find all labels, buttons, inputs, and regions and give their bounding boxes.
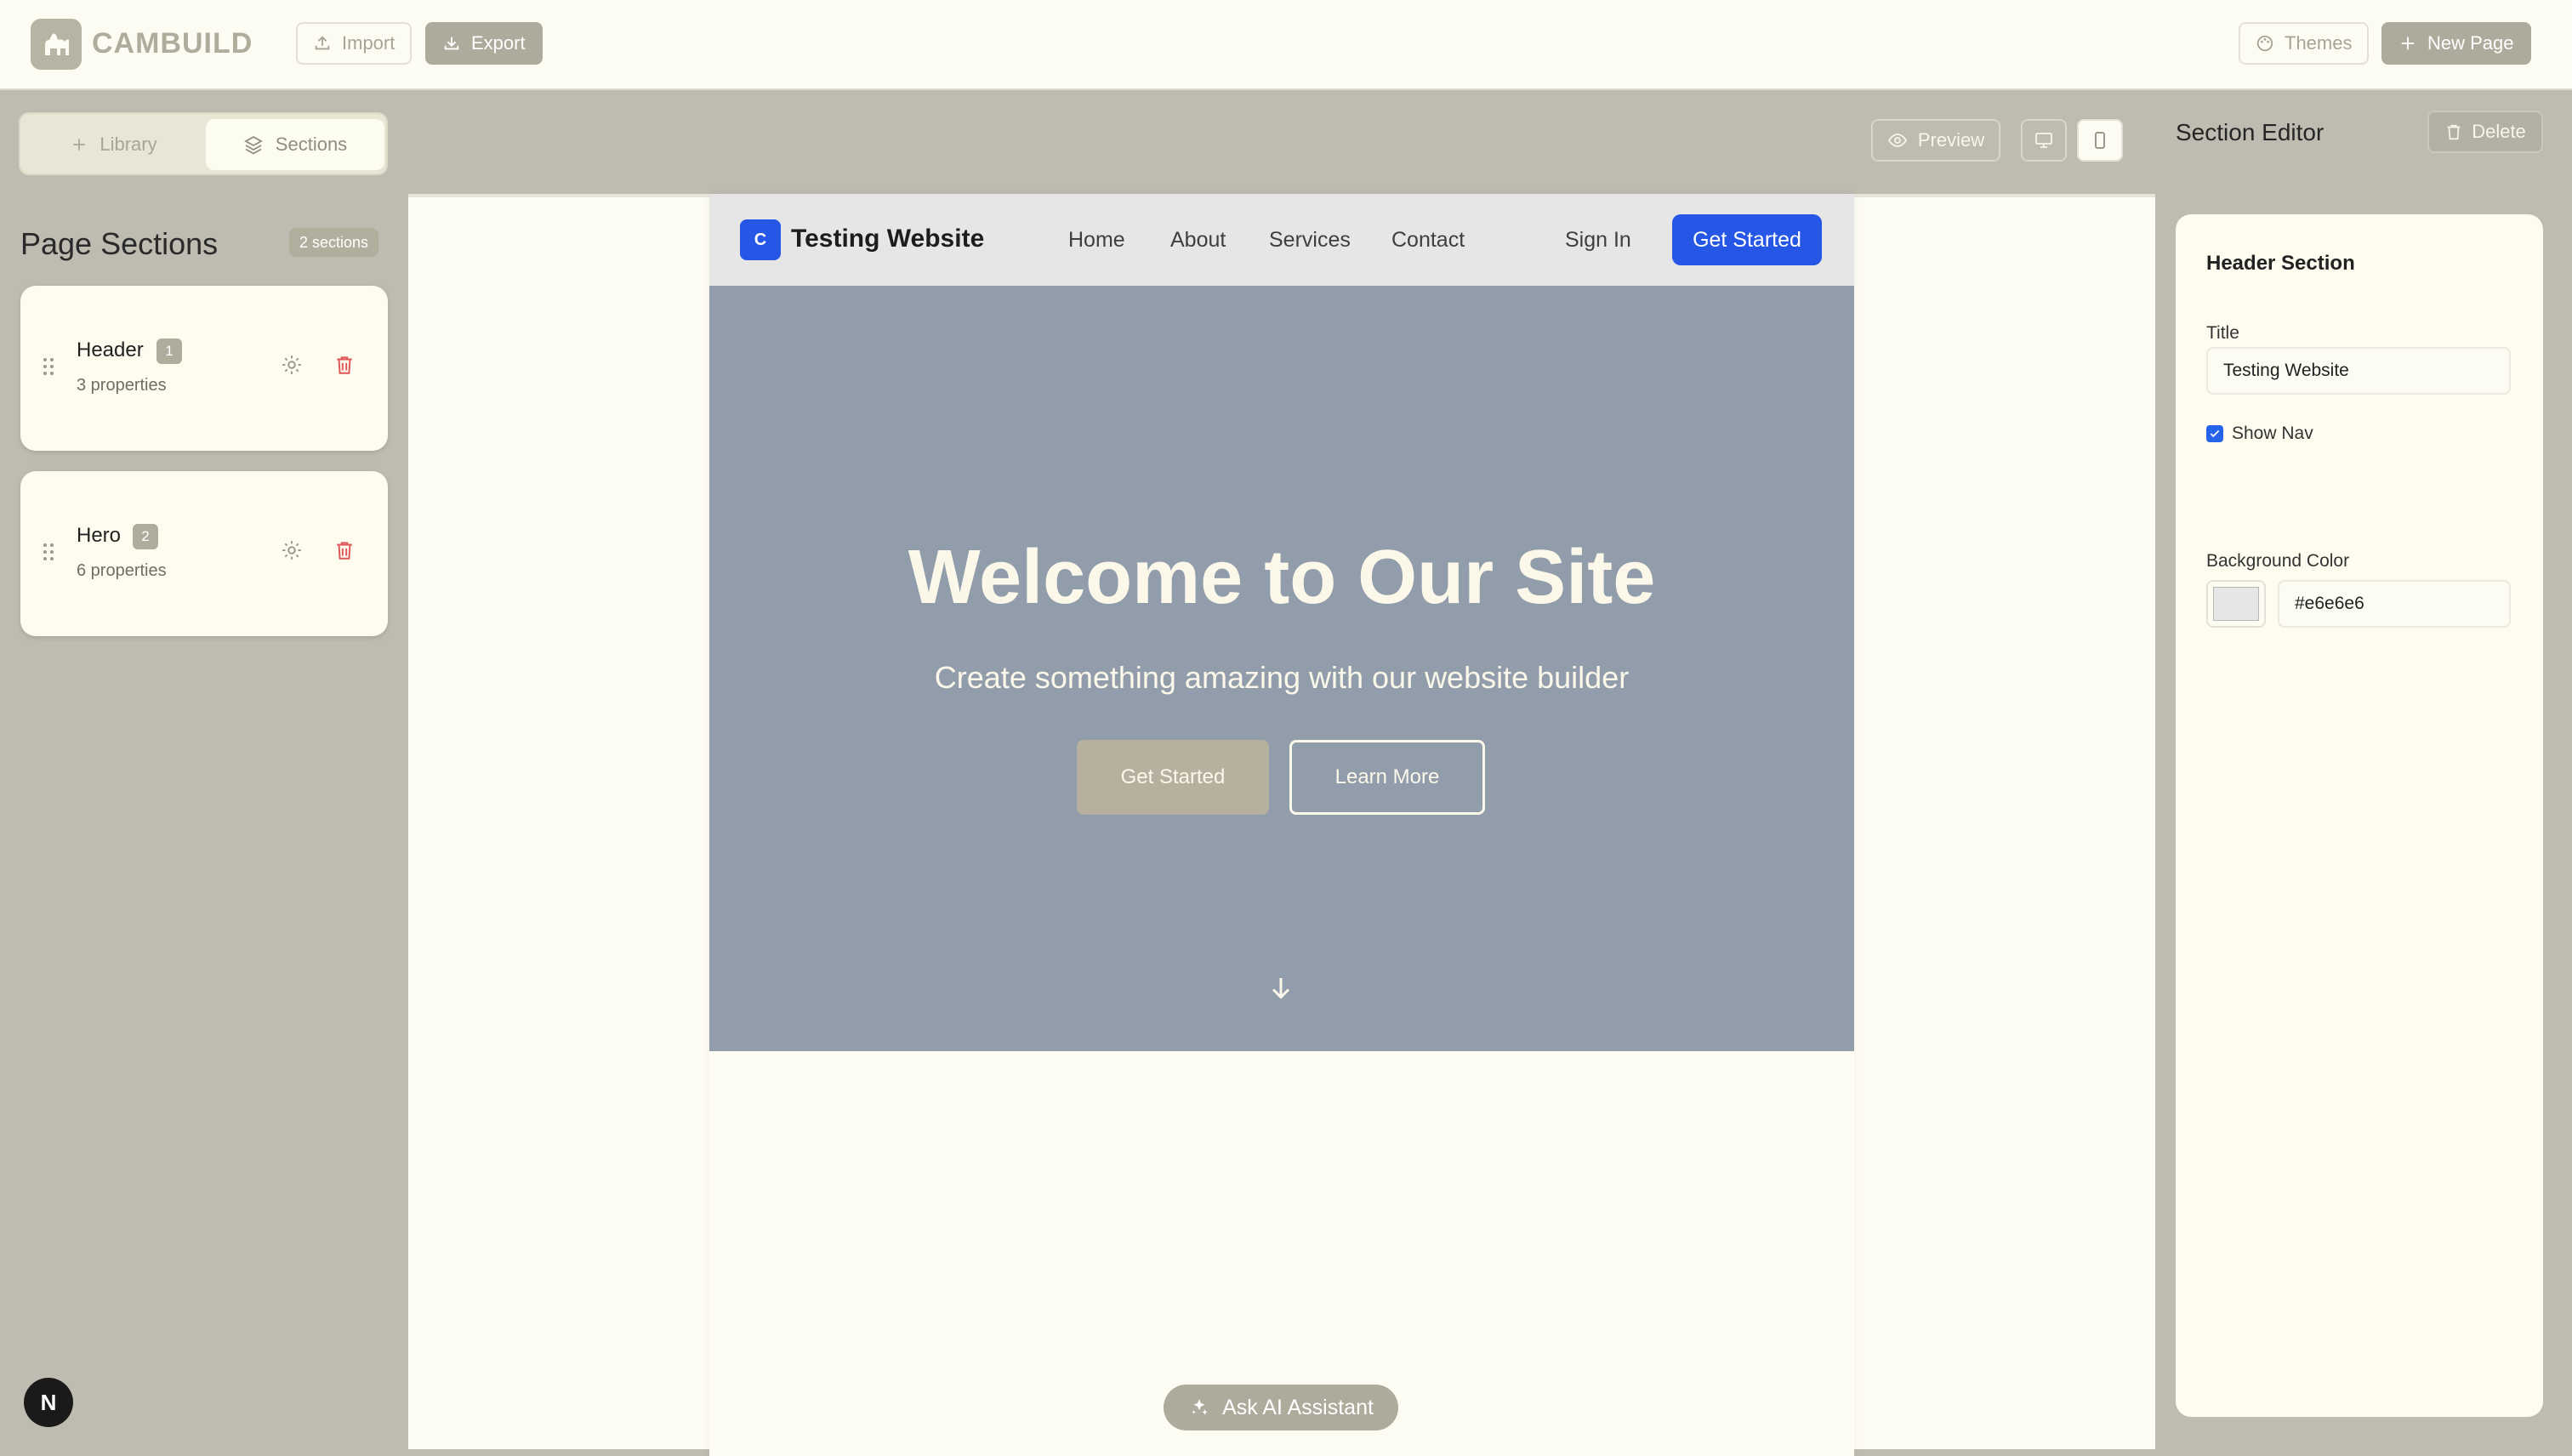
new-page-label: New Page bbox=[2427, 32, 2514, 54]
title-input[interactable]: Testing Website bbox=[2206, 347, 2511, 395]
gear-icon[interactable] bbox=[281, 354, 303, 376]
sidebar-tabs: Library Sections bbox=[19, 112, 388, 175]
sign-in-link[interactable]: Sign In bbox=[1565, 228, 1631, 253]
smartphone-icon bbox=[2095, 132, 2105, 149]
download-icon bbox=[444, 37, 459, 50]
header-get-started-button[interactable]: Get Started bbox=[1672, 214, 1822, 265]
top-bar: CAMBUILD Import Export Themes New Page bbox=[0, 0, 2572, 90]
plus-icon bbox=[2401, 37, 2415, 50]
hero-section[interactable]: Welcome to Our Site Create something ama… bbox=[709, 286, 1854, 1051]
themes-label: Themes bbox=[2285, 32, 2353, 54]
hero-heading: Welcome to Our Site bbox=[908, 535, 1656, 620]
editor-card: Header Section Title Testing Website Sho… bbox=[2176, 214, 2543, 1417]
title-field-label: Title bbox=[2206, 323, 2239, 343]
section-index-badge: 2 bbox=[133, 524, 158, 549]
plus-icon bbox=[73, 139, 86, 151]
nav-contact[interactable]: Contact bbox=[1391, 228, 1465, 253]
delete-label: Delete bbox=[2472, 121, 2526, 142]
tab-sections-label: Sections bbox=[275, 134, 348, 155]
page-sections-title: Page Sections bbox=[20, 226, 219, 261]
gear-icon[interactable] bbox=[281, 539, 303, 561]
bg-color-preview bbox=[2213, 587, 2259, 621]
sections-count-badge: 2 sections bbox=[289, 228, 379, 257]
trash-icon bbox=[2447, 124, 2461, 140]
hero-subheading: Create something amazing with our websit… bbox=[934, 660, 1630, 695]
editor-section-title: Header Section bbox=[2206, 252, 2355, 275]
trash-icon[interactable] bbox=[333, 354, 356, 376]
desktop-view-button[interactable] bbox=[2021, 119, 2067, 162]
site-header[interactable]: C Testing Website Home About Services Co… bbox=[709, 194, 1854, 286]
site-preview: C Testing Website Home About Services Co… bbox=[709, 194, 1854, 1456]
trash-icon[interactable] bbox=[333, 539, 356, 561]
section-card-hero[interactable]: Hero 2 6 properties bbox=[20, 471, 388, 636]
section-index-badge: 1 bbox=[156, 338, 182, 364]
tab-library-label: Library bbox=[100, 134, 157, 155]
export-button[interactable]: Export bbox=[425, 22, 543, 65]
nav-home[interactable]: Home bbox=[1068, 228, 1125, 253]
hero-learn-more-button[interactable]: Learn More bbox=[1289, 740, 1485, 815]
site-title: Testing Website bbox=[791, 225, 985, 253]
drag-handle-icon[interactable] bbox=[43, 543, 54, 561]
export-label: Export bbox=[471, 32, 526, 54]
check-icon bbox=[2210, 429, 2220, 438]
app-name: CAMBUILD bbox=[92, 27, 253, 60]
monitor-icon bbox=[2035, 133, 2052, 148]
bg-color-input[interactable]: #e6e6e6 bbox=[2278, 580, 2511, 628]
framework-badge[interactable]: N bbox=[24, 1378, 73, 1427]
drag-handle-icon[interactable] bbox=[43, 357, 54, 376]
tab-library[interactable]: Library bbox=[26, 119, 202, 170]
eye-icon bbox=[1887, 134, 1907, 147]
left-sidebar: Library Sections Page Sections 2 section… bbox=[0, 90, 408, 1456]
site-logo: C bbox=[740, 219, 781, 260]
ask-ai-label: Ask AI Assistant bbox=[1222, 1395, 1374, 1419]
section-name: Header bbox=[77, 338, 144, 361]
tab-sections[interactable]: Sections bbox=[206, 119, 384, 170]
themes-button[interactable]: Themes bbox=[2239, 22, 2370, 65]
preview-label: Preview bbox=[1917, 129, 1985, 151]
section-name: Hero bbox=[77, 524, 122, 547]
nav-services[interactable]: Services bbox=[1269, 228, 1351, 253]
section-card-header[interactable]: Header 1 3 properties bbox=[20, 286, 388, 451]
new-page-button[interactable]: New Page bbox=[2381, 22, 2531, 65]
sparkles-icon bbox=[1192, 1399, 1208, 1415]
show-nav-label: Show Nav bbox=[2232, 424, 2313, 443]
preview-button[interactable]: Preview bbox=[1871, 119, 2000, 162]
mobile-view-button[interactable] bbox=[2077, 119, 2123, 162]
nav-about[interactable]: About bbox=[1170, 228, 1226, 253]
hero-get-started-button[interactable]: Get Started bbox=[1077, 740, 1269, 815]
show-nav-checkbox[interactable] bbox=[2206, 425, 2223, 442]
section-props-count: 6 properties bbox=[77, 561, 167, 580]
upload-icon bbox=[315, 36, 330, 50]
section-props-count: 3 properties bbox=[77, 376, 167, 395]
import-button[interactable]: Import bbox=[296, 22, 413, 65]
camel-logo-icon bbox=[45, 33, 69, 55]
app-logo bbox=[31, 19, 82, 70]
delete-section-button[interactable]: Delete bbox=[2427, 111, 2543, 153]
arrow-down-icon[interactable] bbox=[1266, 971, 1296, 1005]
layers-icon bbox=[243, 135, 263, 155]
ask-ai-button[interactable]: Ask AI Assistant bbox=[1164, 1385, 1398, 1430]
import-label: Import bbox=[342, 32, 395, 54]
section-editor-title: Section Editor bbox=[2176, 119, 2324, 145]
palette-icon bbox=[2256, 35, 2273, 52]
bg-color-swatch[interactable] bbox=[2206, 580, 2266, 628]
right-sidebar: Section Editor Delete Header Section Tit… bbox=[2155, 90, 2572, 1456]
bg-color-label: Background Color bbox=[2206, 551, 2350, 571]
